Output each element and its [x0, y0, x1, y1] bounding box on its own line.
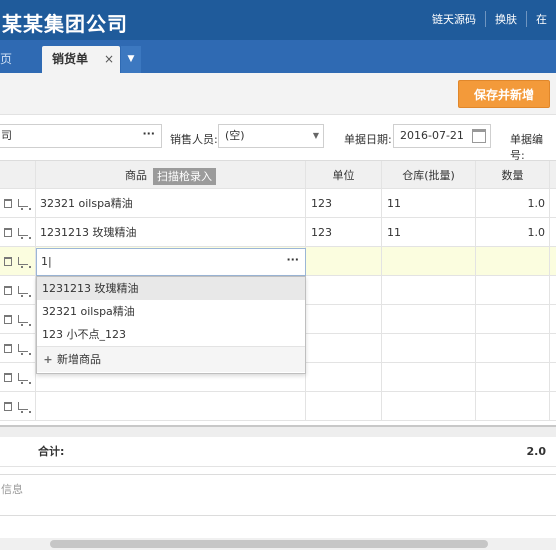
trash-icon[interactable]	[4, 199, 12, 208]
cell-unit[interactable]: 123	[306, 189, 382, 217]
top-links: 链天源码 换肤 在	[423, 11, 556, 27]
top-header: 某某集团公司 链天源码 换肤 在	[0, 0, 556, 40]
tab-bar: 首页 销货单 × ▼	[0, 40, 556, 73]
date-label: 单据日期:	[344, 133, 392, 146]
product-search-value: 1|	[41, 255, 52, 268]
trash-icon[interactable]	[4, 286, 12, 295]
cart-icon[interactable]	[18, 315, 31, 326]
product-search-input[interactable]: 1| ···	[36, 248, 306, 276]
trash-icon[interactable]	[4, 228, 12, 237]
sales-label: 销售人员:	[170, 133, 218, 146]
cell-quantity[interactable]: 1.0	[476, 218, 550, 246]
grid-header: 商品 扫描枪录入 单位 仓库(批量) 数量	[0, 160, 556, 189]
cell-product[interactable]: 1231213 玫瑰精油	[36, 218, 306, 246]
cart-icon[interactable]	[18, 344, 31, 355]
customer-field[interactable]: 司 ···	[0, 124, 162, 148]
add-product-label: 新增商品	[57, 353, 101, 366]
totals-row: 合计: 2.0	[0, 437, 556, 467]
table-row[interactable]	[0, 392, 556, 421]
more-icon[interactable]: ···	[286, 247, 299, 273]
cart-icon[interactable]	[18, 199, 31, 210]
scan-input-button[interactable]: 扫描枪录入	[153, 167, 216, 185]
order-form-row: 司 ··· 销售人员: (空) ▼ 单据日期: 2016-07-21 单据编号:	[0, 118, 556, 162]
source-link[interactable]: 链天源码	[423, 11, 485, 27]
customer-value: 司	[1, 129, 12, 142]
cart-icon[interactable]	[18, 286, 31, 297]
toolbar: 保存并新增	[0, 73, 556, 115]
suggestion-item[interactable]: 123 小不点_123	[37, 323, 305, 346]
trash-icon[interactable]	[4, 402, 12, 411]
grid-divider	[0, 425, 556, 437]
totals-label: 合计:	[38, 445, 65, 458]
save-and-new-button[interactable]: 保存并新增	[458, 80, 550, 108]
trash-icon[interactable]	[4, 257, 12, 266]
cell-product[interactable]: 32321 oilspa精油	[36, 189, 306, 217]
scrollbar-thumb[interactable]	[50, 540, 488, 548]
chevron-down-icon: ▼	[312, 131, 319, 140]
more-link[interactable]: 在	[526, 11, 556, 27]
horizontal-scrollbar[interactable]	[0, 538, 556, 550]
more-icon[interactable]: ···	[142, 123, 155, 145]
close-icon[interactable]: ×	[104, 46, 114, 73]
add-product-button[interactable]: + 新增商品	[37, 346, 305, 372]
tab-sales-order[interactable]: 销货单 ×	[42, 46, 120, 73]
suggestion-item[interactable]: 32321 oilspa精油	[37, 300, 305, 323]
column-product: 商品 扫描枪录入	[36, 161, 306, 188]
cell-warehouse[interactable]: 11	[382, 218, 476, 246]
calendar-icon[interactable]	[472, 129, 486, 143]
chevron-down-icon[interactable]: ▼	[121, 46, 141, 73]
sales-select[interactable]: (空) ▼	[218, 124, 324, 148]
cell-warehouse[interactable]: 11	[382, 189, 476, 217]
date-field[interactable]: 2016-07-21	[393, 124, 491, 148]
date-value: 2016-07-21	[400, 129, 464, 142]
sales-value: (空)	[225, 129, 245, 142]
column-quantity: 数量	[476, 161, 550, 188]
tab-sales-order-label: 销货单	[52, 52, 89, 66]
cell-quantity[interactable]: 1.0	[476, 189, 550, 217]
suggestion-item[interactable]: 1231213 玫瑰精油	[37, 277, 305, 300]
product-suggestions: 1231213 玫瑰精油 32321 oilspa精油 123 小不点_123 …	[36, 276, 306, 374]
cart-icon[interactable]	[18, 373, 31, 384]
skin-link[interactable]: 换肤	[485, 11, 526, 27]
table-row[interactable]: 32321 oilspa精油 123 11 1.0	[0, 189, 556, 218]
tab-home[interactable]: 首页	[0, 46, 40, 73]
cell-unit[interactable]: 123	[306, 218, 382, 246]
cart-icon[interactable]	[18, 257, 31, 268]
cart-icon[interactable]	[18, 228, 31, 239]
cart-icon[interactable]	[18, 402, 31, 413]
trash-icon[interactable]	[4, 373, 12, 382]
notes-field[interactable]: 信息	[0, 474, 556, 516]
trash-icon[interactable]	[4, 344, 12, 353]
brand-title: 某某集团公司	[2, 12, 128, 36]
table-row[interactable]: 1231213 玫瑰精油 123 11 1.0	[0, 218, 556, 247]
column-warehouse: 仓库(批量)	[382, 161, 476, 188]
plus-icon: +	[43, 353, 53, 366]
column-product-label: 商品	[125, 169, 147, 182]
trash-icon[interactable]	[4, 315, 12, 324]
column-quantity-label: 数量	[501, 169, 524, 182]
notes-label: 信息	[1, 483, 23, 496]
number-label: 单据编号:	[510, 133, 543, 162]
totals-quantity: 2.0	[526, 445, 547, 458]
column-unit: 单位	[306, 161, 382, 188]
